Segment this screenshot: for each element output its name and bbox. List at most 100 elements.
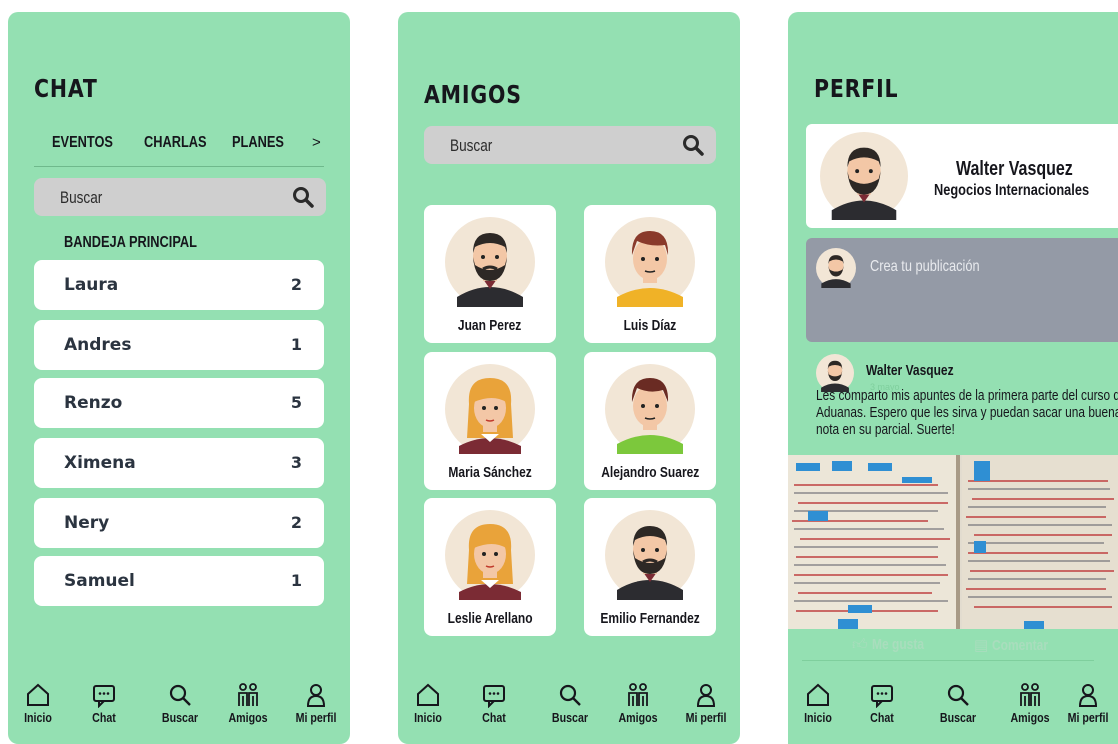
search-input[interactable]: Buscar <box>60 188 102 208</box>
conversation-name: Renzo <box>64 393 123 413</box>
page-title: CHAT <box>34 74 98 103</box>
avatar-icon <box>445 510 535 600</box>
nav-buscar[interactable]: Buscar <box>540 682 600 725</box>
like-button[interactable]: 👍︎ Me gusta <box>852 636 937 654</box>
chat-screen: CHAT EVENTOS CHARLAS PLANES > Buscar BAN… <box>8 12 350 744</box>
nav-label: Chat <box>92 710 116 725</box>
amigos-screen: AMIGOS Buscar Juan Perez Luis Díaz Maria… <box>398 12 740 744</box>
friend-card[interactable]: Maria Sánchez <box>424 352 556 490</box>
friend-name: Emilio Fernandez <box>600 610 700 627</box>
nav-buscar[interactable]: Buscar <box>928 682 988 725</box>
friends-icon <box>1020 683 1040 706</box>
notes-image <box>788 455 1118 629</box>
nav-inicio[interactable]: Inicio <box>8 682 68 725</box>
friend-name: Alejandro Suarez <box>600 464 700 481</box>
unread-count: 5 <box>290 393 302 412</box>
avatar-icon <box>605 364 695 454</box>
bottom-nav: Inicio Chat Buscar Amigos Mi perfil <box>788 682 1118 744</box>
nav-chat[interactable]: Chat <box>74 682 134 725</box>
create-post-input[interactable]: Crea tu publicación <box>870 258 980 276</box>
nav-inicio[interactable]: Inicio <box>788 682 848 725</box>
nav-label: Mi perfil <box>295 710 337 725</box>
conversation-item[interactable]: Ximena 3 <box>34 438 324 488</box>
post-text: Les comparto mis apuntes de la primera p… <box>816 388 1118 438</box>
unread-count: 2 <box>290 275 302 294</box>
nav-label: Inicio <box>24 710 52 725</box>
search-icon[interactable] <box>682 134 704 156</box>
nav-label: Buscar <box>551 710 589 725</box>
thumbs-up-icon: 👍︎ <box>852 636 868 653</box>
comment-button[interactable]: ▤ Comentar <box>974 636 1062 654</box>
search-icon <box>947 684 969 706</box>
conversation-item[interactable]: Samuel 1 <box>34 556 324 606</box>
section-label: BANDEJA PRINCIPAL <box>64 234 197 251</box>
friend-card[interactable]: Juan Perez <box>424 205 556 343</box>
search-bar[interactable]: Buscar <box>424 126 716 164</box>
nav-chat[interactable]: Chat <box>852 682 912 725</box>
home-icon <box>27 683 49 706</box>
friend-card[interactable]: Alejandro Suarez <box>584 352 716 490</box>
search-bar[interactable]: Buscar <box>34 178 326 216</box>
tab-planes[interactable]: PLANES <box>232 134 284 152</box>
nav-label: Amigos <box>618 710 658 725</box>
search-input[interactable]: Buscar <box>450 136 492 156</box>
nav-label: Amigos <box>1010 710 1050 725</box>
page-title: AMIGOS <box>424 80 522 109</box>
conversation-name: Andres <box>64 335 132 355</box>
nav-mi-perfil[interactable]: Mi perfil <box>1058 682 1118 725</box>
unread-count: 2 <box>290 513 302 532</box>
conversation-name: Laura <box>64 275 119 295</box>
post-image[interactable] <box>788 455 1118 629</box>
friends-icon <box>628 683 648 706</box>
nav-label: Mi perfil <box>1067 710 1109 725</box>
create-post-box[interactable]: Crea tu publicación <box>806 238 1118 342</box>
conversation-item[interactable]: Laura 2 <box>34 260 324 310</box>
nav-label: Amigos <box>228 710 268 725</box>
conversation-name: Samuel <box>64 571 135 591</box>
unread-count: 3 <box>290 453 302 472</box>
friend-name: Luis Díaz <box>623 317 677 334</box>
search-icon[interactable] <box>292 186 314 208</box>
tabs-next-arrow[interactable]: > <box>312 134 321 151</box>
friend-card[interactable]: Leslie Arellano <box>424 498 556 636</box>
tab-charlas[interactable]: CHARLAS <box>144 134 207 152</box>
conversation-name: Ximena <box>64 453 136 473</box>
friends-icon <box>238 683 258 706</box>
like-label: Me gusta <box>871 636 924 653</box>
avatar-icon <box>605 510 695 600</box>
comment-icon: ▤ <box>974 637 989 654</box>
conversation-item[interactable]: Andres 1 <box>34 320 324 370</box>
user-icon <box>696 684 716 707</box>
friend-card[interactable]: Luis Díaz <box>584 205 716 343</box>
nav-mi-perfil[interactable]: Mi perfil <box>286 682 346 725</box>
home-icon <box>807 683 829 706</box>
friend-name: Juan Perez <box>458 317 522 334</box>
friend-name: Leslie Arellano <box>447 610 533 627</box>
nav-label: Chat <box>870 710 894 725</box>
nav-label: Mi perfil <box>685 710 727 725</box>
chat-tabs: EVENTOS CHARLAS PLANES > <box>34 130 324 167</box>
post-actions: 👍︎ Me gusta ▤ Comentar <box>802 630 1094 661</box>
nav-mi-perfil[interactable]: Mi perfil <box>676 682 736 725</box>
nav-amigos[interactable]: Amigos <box>1000 682 1060 725</box>
avatar-icon <box>816 354 854 392</box>
nav-label: Chat <box>482 710 506 725</box>
user-icon <box>306 684 326 707</box>
tab-eventos[interactable]: EVENTOS <box>52 134 113 152</box>
conversation-name: Nery <box>64 513 110 533</box>
page-title: PERFIL <box>814 74 899 103</box>
nav-amigos[interactable]: Amigos <box>608 682 668 725</box>
profile-card: Walter Vasquez Negocios Internacionales <box>806 124 1118 228</box>
post-author: Walter Vasquez <box>866 362 954 379</box>
nav-chat[interactable]: Chat <box>464 682 524 725</box>
avatar-icon <box>445 217 535 307</box>
nav-buscar[interactable]: Buscar <box>150 682 210 725</box>
nav-amigos[interactable]: Amigos <box>218 682 278 725</box>
home-icon <box>417 683 439 706</box>
conversation-item[interactable]: Renzo 5 <box>34 378 324 428</box>
friend-card[interactable]: Emilio Fernandez <box>584 498 716 636</box>
bottom-nav: Inicio Chat Buscar Amigos Mi perfil <box>398 682 740 744</box>
conversation-item[interactable]: Nery 2 <box>34 498 324 548</box>
nav-inicio[interactable]: Inicio <box>398 682 458 725</box>
nav-label: Inicio <box>414 710 442 725</box>
